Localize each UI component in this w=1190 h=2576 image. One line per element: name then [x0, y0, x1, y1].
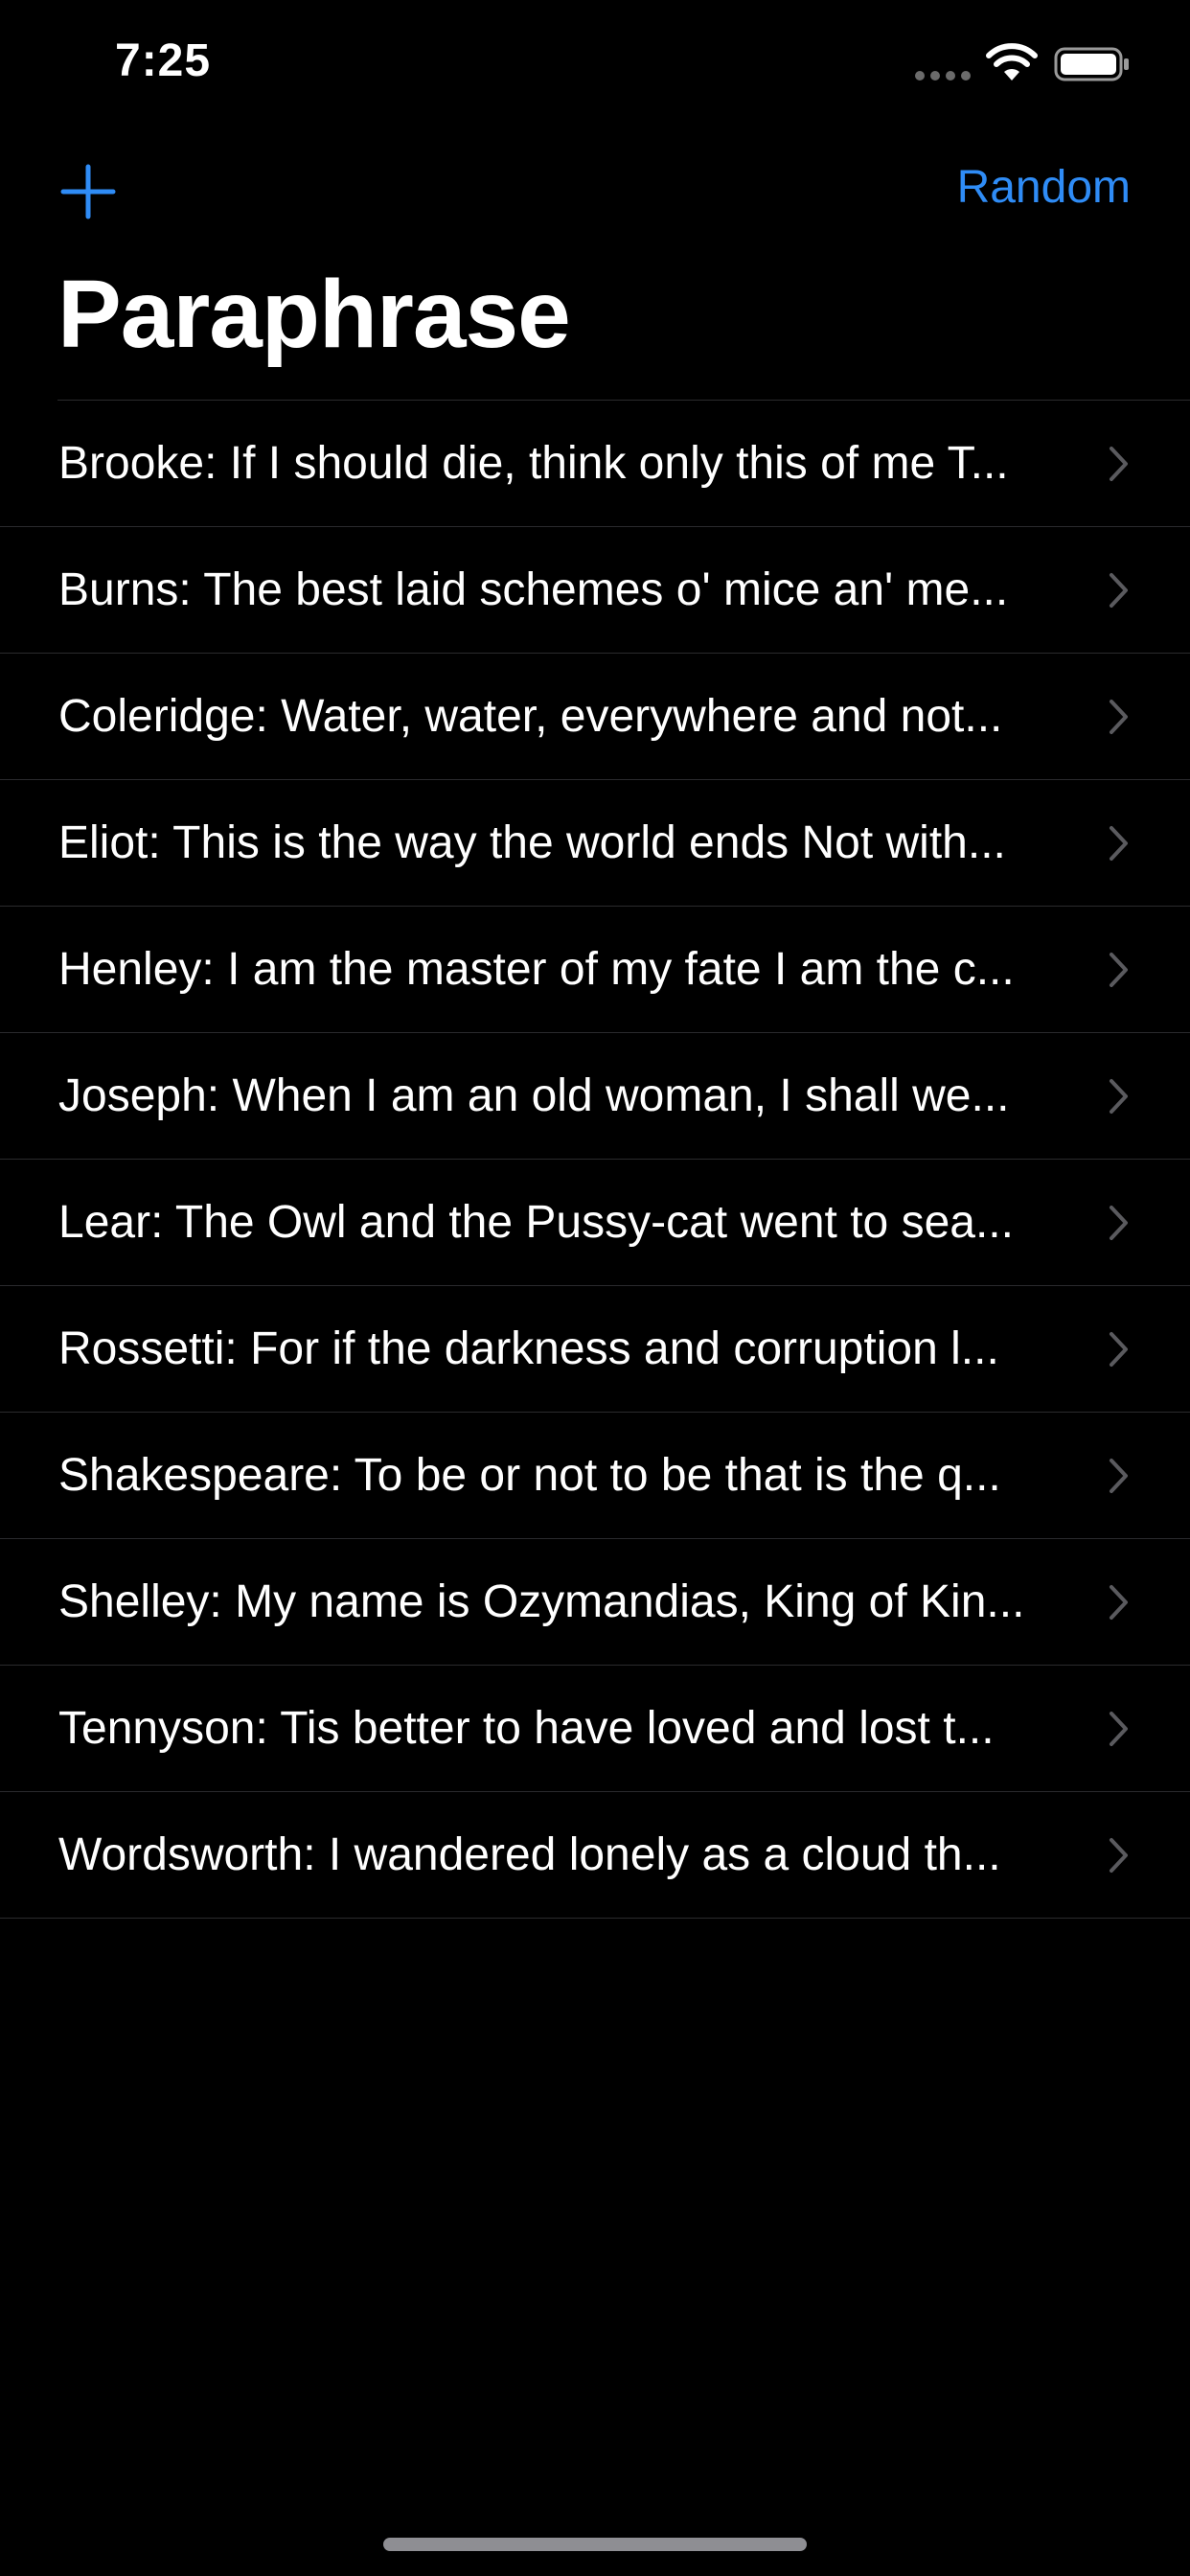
list-item-label: Joseph: When I am an old woman, I shall … — [58, 1070, 1010, 1121]
list-item[interactable]: Coleridge: Water, water, everywhere and … — [0, 654, 1190, 780]
chevron-right-icon — [1110, 700, 1128, 734]
page-title: Paraphrase — [57, 261, 571, 368]
home-indicator[interactable] — [383, 2538, 807, 2551]
chevron-right-icon — [1110, 826, 1128, 861]
list-item[interactable]: Lear: The Owl and the Pussy-cat went to … — [0, 1160, 1190, 1286]
list-item-label: Henley: I am the master of my fate I am … — [58, 944, 1015, 995]
list-item-label: Rossetti: For if the darkness and corrup… — [58, 1323, 999, 1374]
cellular-signal-icon — [915, 71, 971, 80]
wifi-icon — [986, 43, 1038, 80]
list-item-label: Lear: The Owl and the Pussy-cat went to … — [58, 1197, 1014, 1248]
add-button[interactable] — [57, 161, 119, 222]
chevron-right-icon — [1110, 1585, 1128, 1620]
chevron-right-icon — [1110, 573, 1128, 608]
list-item[interactable]: Henley: I am the master of my fate I am … — [0, 907, 1190, 1033]
list-item-label: Burns: The best laid schemes o' mice an'… — [58, 564, 1009, 615]
list-item-label: Tennyson: Tis better to have loved and l… — [58, 1703, 995, 1754]
chevron-right-icon — [1110, 1206, 1128, 1240]
chevron-right-icon — [1110, 1712, 1128, 1746]
poem-list: Brooke: If I should die, think only this… — [0, 400, 1190, 1919]
battery-icon — [1054, 47, 1129, 81]
list-item[interactable]: Joseph: When I am an old woman, I shall … — [0, 1033, 1190, 1160]
chevron-right-icon — [1110, 447, 1128, 481]
chevron-right-icon — [1110, 1838, 1128, 1873]
list-item-label: Brooke: If I should die, think only this… — [58, 438, 1009, 489]
list-item[interactable]: Wordsworth: I wandered lonely as a cloud… — [0, 1792, 1190, 1919]
chevron-right-icon — [1110, 953, 1128, 987]
list-item[interactable]: Rossetti: For if the darkness and corrup… — [0, 1286, 1190, 1413]
chevron-right-icon — [1110, 1079, 1128, 1114]
list-item-label: Eliot: This is the way the world ends No… — [58, 817, 1006, 868]
list-item[interactable]: Brooke: If I should die, think only this… — [0, 401, 1190, 527]
list-item-label: Wordsworth: I wandered lonely as a cloud… — [58, 1829, 1001, 1880]
list-item-label: Shakespeare: To be or not to be that is … — [58, 1450, 1001, 1501]
status-bar: 7:25 — [0, 0, 1190, 126]
list-item[interactable]: Shakespeare: To be or not to be that is … — [0, 1413, 1190, 1539]
list-item-label: Shelley: My name is Ozymandias, King of … — [58, 1576, 1025, 1627]
list-item[interactable]: Shelley: My name is Ozymandias, King of … — [0, 1539, 1190, 1666]
chevron-right-icon — [1110, 1332, 1128, 1367]
list-item-label: Coleridge: Water, water, everywhere and … — [58, 691, 1003, 742]
status-time: 7:25 — [115, 35, 212, 86]
navigation-bar: Random — [0, 144, 1190, 240]
list-item[interactable]: Tennyson: Tis better to have loved and l… — [0, 1666, 1190, 1792]
list-item[interactable]: Burns: The best laid schemes o' mice an'… — [0, 527, 1190, 654]
list-item[interactable]: Eliot: This is the way the world ends No… — [0, 780, 1190, 907]
chevron-right-icon — [1110, 1459, 1128, 1493]
random-button[interactable]: Random — [957, 161, 1131, 214]
